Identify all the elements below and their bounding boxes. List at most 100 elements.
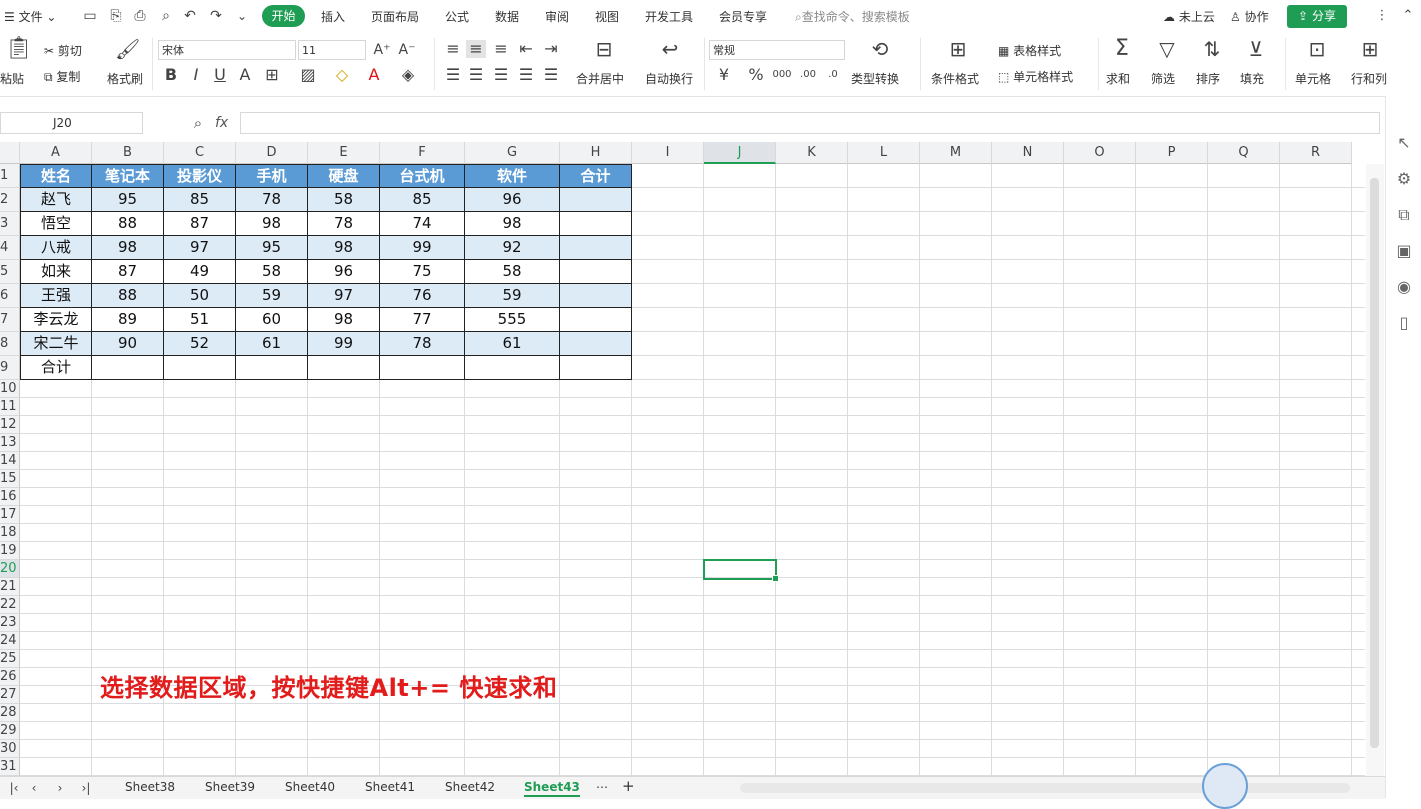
type-convert-icon[interactable]: ⟲ bbox=[870, 39, 890, 59]
filter-button[interactable]: 筛选 bbox=[1151, 70, 1175, 87]
table-cell[interactable]: 50 bbox=[164, 284, 236, 308]
column-header-b[interactable]: B bbox=[92, 142, 164, 164]
conditional-format-button[interactable]: 条件格式 bbox=[931, 70, 979, 87]
table-header-cell[interactable]: 笔记本 bbox=[92, 164, 164, 188]
border-icon[interactable]: ⊞ bbox=[262, 66, 282, 84]
filter-icon[interactable]: ▽ bbox=[1157, 39, 1177, 59]
sheet-tab-sheet43[interactable]: Sheet43 bbox=[524, 780, 580, 797]
align-bottom-icon[interactable]: ≡ bbox=[491, 40, 511, 58]
table-cell[interactable] bbox=[560, 188, 632, 212]
conditional-format-icon[interactable]: ⊞ bbox=[948, 39, 968, 59]
underline-icon[interactable]: U bbox=[210, 66, 230, 84]
table-cell[interactable]: 58 bbox=[236, 260, 308, 284]
fill-pattern-icon[interactable]: ▨ bbox=[298, 66, 318, 84]
table-header-cell[interactable]: 台式机 bbox=[380, 164, 465, 188]
table-cell[interactable]: 90 bbox=[92, 332, 164, 356]
active-cell-J20[interactable] bbox=[703, 559, 779, 582]
table-cell[interactable]: 98 bbox=[236, 212, 308, 236]
table-cell[interactable] bbox=[236, 356, 308, 380]
first-sheet-icon[interactable]: |‹ bbox=[4, 779, 24, 797]
outdent-icon[interactable]: ⇤ bbox=[516, 40, 536, 58]
prev-sheet-icon[interactable]: ‹ bbox=[24, 779, 44, 797]
row-header-24[interactable]: 24 bbox=[0, 632, 20, 650]
paste-button[interactable]: 粘贴 bbox=[0, 70, 24, 87]
fill-handle[interactable] bbox=[772, 575, 779, 582]
column-header-j[interactable]: J bbox=[704, 142, 776, 164]
increase-font-icon[interactable]: A⁺ bbox=[372, 41, 392, 59]
row-header-5[interactable]: 5 bbox=[0, 260, 20, 284]
save-icon[interactable]: ▭ bbox=[80, 7, 100, 25]
row-header-28[interactable]: 28 bbox=[0, 704, 20, 722]
more-icon[interactable]: ⋮ bbox=[1372, 7, 1392, 25]
row-header-20[interactable]: 20 bbox=[0, 560, 20, 578]
row-header-17[interactable]: 17 bbox=[0, 506, 20, 524]
table-cell[interactable]: 如来 bbox=[20, 260, 92, 284]
table-cell[interactable]: 98 bbox=[308, 308, 380, 332]
increase-decimal-icon[interactable]: .00 bbox=[798, 66, 818, 84]
strikethrough-icon[interactable]: A bbox=[235, 66, 255, 84]
row-header-25[interactable]: 25 bbox=[0, 650, 20, 668]
assistant-avatar[interactable] bbox=[1202, 763, 1248, 809]
table-cell[interactable]: 59 bbox=[236, 284, 308, 308]
column-header-g[interactable]: G bbox=[465, 142, 560, 164]
table-cell[interactable]: 58 bbox=[308, 188, 380, 212]
table-cell[interactable]: 59 bbox=[465, 284, 560, 308]
row-header-10[interactable]: 10 bbox=[0, 380, 20, 398]
copy-button[interactable]: ⧉ 复制 bbox=[44, 68, 80, 85]
cell-style-button[interactable]: ⬚ 单元格样式 bbox=[998, 68, 1073, 85]
tab-review[interactable]: 审阅 bbox=[545, 8, 569, 25]
table-cell[interactable]: 99 bbox=[308, 332, 380, 356]
format-painter-button[interactable]: 格式刷 bbox=[107, 70, 143, 87]
merge-icon[interactable]: ⊟ bbox=[594, 39, 614, 59]
row-header-6[interactable]: 6 bbox=[0, 284, 20, 308]
column-header-i[interactable]: I bbox=[632, 142, 704, 164]
tab-data[interactable]: 数据 bbox=[495, 8, 519, 25]
table-cell[interactable]: 89 bbox=[92, 308, 164, 332]
percent-icon[interactable]: % bbox=[746, 66, 766, 84]
sum-button[interactable]: 求和 bbox=[1106, 70, 1130, 87]
wrap-text-button[interactable]: 自动换行 bbox=[645, 70, 693, 87]
column-header-l[interactable]: L bbox=[848, 142, 920, 164]
row-header-13[interactable]: 13 bbox=[0, 434, 20, 452]
name-box[interactable]: J20 bbox=[0, 112, 143, 134]
table-cell[interactable]: 99 bbox=[380, 236, 465, 260]
sort-button[interactable]: 排序 bbox=[1196, 70, 1220, 87]
tab-member[interactable]: 会员专享 bbox=[719, 8, 767, 25]
row-header-4[interactable]: 4 bbox=[0, 236, 20, 260]
cut-button[interactable]: ✂ 剪切 bbox=[44, 42, 82, 59]
sort-icon[interactable]: ⇅ bbox=[1202, 39, 1222, 59]
column-header-a[interactable]: A bbox=[20, 142, 92, 164]
more-sheets-icon[interactable]: ⋯ bbox=[596, 780, 608, 794]
table-cell[interactable] bbox=[92, 356, 164, 380]
row-header-30[interactable]: 30 bbox=[0, 740, 20, 758]
row-header-14[interactable]: 14 bbox=[0, 452, 20, 470]
pointer-icon[interactable]: ↖ bbox=[1394, 134, 1414, 152]
format-icon[interactable]: ⧉ bbox=[1394, 206, 1414, 224]
table-cell[interactable]: 58 bbox=[465, 260, 560, 284]
align-center-icon[interactable]: ☰ bbox=[466, 66, 486, 84]
settings-sliders-icon[interactable]: ⚙ bbox=[1394, 170, 1414, 188]
table-cell[interactable]: 555 bbox=[465, 308, 560, 332]
table-header-cell[interactable]: 手机 bbox=[236, 164, 308, 188]
zoom-icon[interactable]: ⌕ bbox=[188, 114, 208, 132]
table-cell[interactable]: 96 bbox=[308, 260, 380, 284]
image-icon[interactable]: ▣ bbox=[1394, 242, 1414, 260]
table-cell[interactable]: 61 bbox=[465, 332, 560, 356]
row-header-21[interactable]: 21 bbox=[0, 578, 20, 596]
table-cell[interactable]: 宋二牛 bbox=[20, 332, 92, 356]
table-cell[interactable]: 85 bbox=[164, 188, 236, 212]
table-cell[interactable]: 76 bbox=[380, 284, 465, 308]
decrease-font-icon[interactable]: A⁻ bbox=[397, 41, 417, 59]
column-header-d[interactable]: D bbox=[236, 142, 308, 164]
table-cell[interactable]: 赵飞 bbox=[20, 188, 92, 212]
column-header-m[interactable]: M bbox=[920, 142, 992, 164]
print-icon[interactable]: ⎙ bbox=[130, 7, 150, 25]
table-cell[interactable]: 52 bbox=[164, 332, 236, 356]
table-cell[interactable] bbox=[380, 356, 465, 380]
tab-insert[interactable]: 插入 bbox=[321, 8, 345, 25]
table-cell[interactable]: 60 bbox=[236, 308, 308, 332]
font-size-select[interactable]: 11 bbox=[298, 40, 366, 60]
row-header-15[interactable]: 15 bbox=[0, 470, 20, 488]
row-header-29[interactable]: 29 bbox=[0, 722, 20, 740]
redo-icon[interactable]: ↷ bbox=[206, 7, 226, 25]
